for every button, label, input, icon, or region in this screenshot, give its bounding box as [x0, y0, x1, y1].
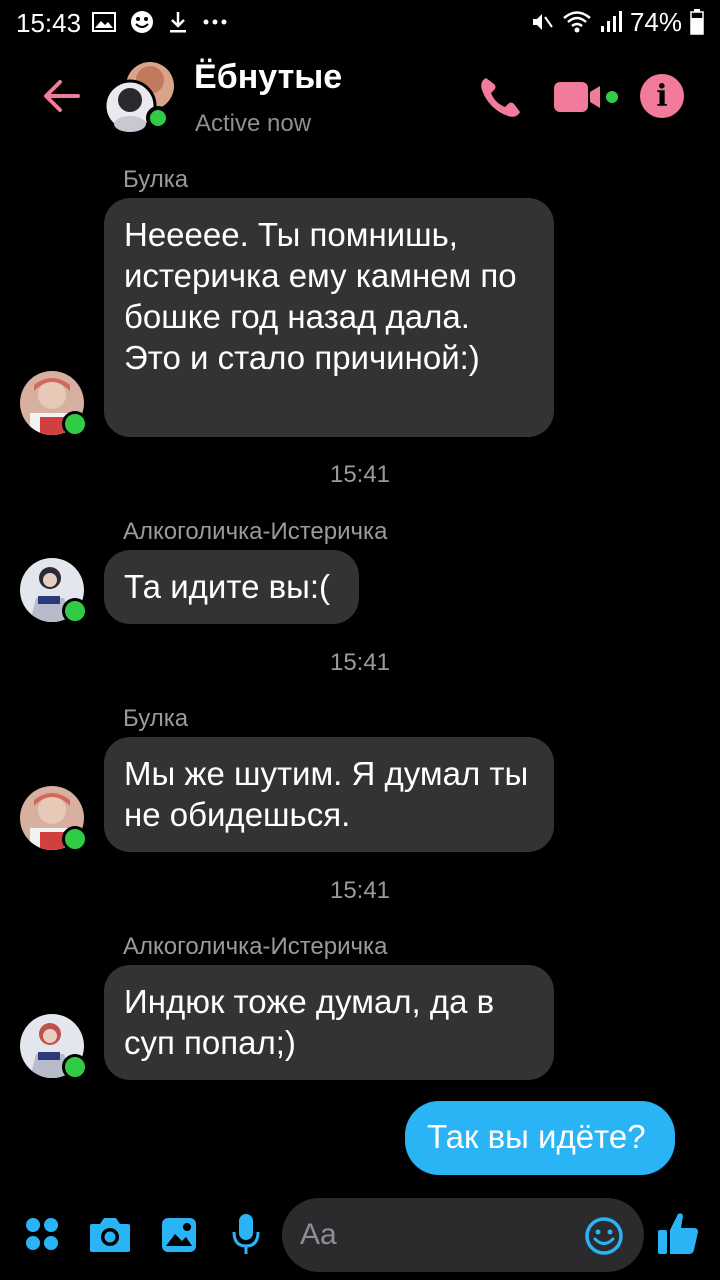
gallery-icon[interactable] [160, 1216, 198, 1254]
avatar[interactable] [20, 558, 88, 624]
status-time: 15:43 [16, 8, 82, 38]
message-bubble[interactable]: Мы же шутим. Я думал ты не обидешься. [104, 737, 554, 852]
more-icon [203, 19, 227, 25]
gallery-icon [92, 12, 116, 32]
camera-icon[interactable] [88, 1216, 132, 1254]
sender-name: Булка [123, 166, 189, 193]
battery-icon [690, 9, 704, 35]
message-bubble[interactable]: Та идите вы:( [104, 550, 359, 624]
download-icon [170, 12, 186, 33]
input-placeholder: Aa [300, 1218, 337, 1251]
microphone-icon[interactable] [230, 1212, 262, 1256]
status-icons-left [92, 8, 228, 36]
active-status: Active now [195, 110, 312, 137]
message-input[interactable]: Aa [282, 1198, 644, 1272]
smiley-icon [131, 11, 153, 33]
online-indicator [62, 411, 88, 437]
back-arrow-icon[interactable] [36, 70, 88, 122]
avatar[interactable] [20, 371, 88, 437]
phone-icon[interactable] [476, 74, 524, 122]
sender-name: Алкоголичка-Истеричка [123, 518, 388, 545]
battery-text: 74% [629, 6, 682, 37]
conversation-header: Ёбнутые Active now i [0, 44, 720, 156]
online-indicator [62, 598, 88, 624]
timestamp: 15:41 [329, 461, 391, 488]
signal-icon [600, 11, 622, 32]
message-bubble[interactable]: Индюк тоже думал, да в суп попал;) [104, 965, 554, 1080]
mute-icon [532, 14, 553, 30]
own-message-bubble[interactable]: Так вы идёте? [405, 1101, 675, 1175]
group-avatar-image [103, 62, 174, 133]
emoji-icon[interactable] [584, 1216, 624, 1256]
video-call-icon[interactable] [552, 78, 620, 118]
apps-icon[interactable] [24, 1216, 60, 1252]
avatar[interactable] [20, 786, 88, 852]
group-avatar[interactable] [103, 60, 176, 133]
sender-name: Алкоголичка-Истеричка [123, 933, 388, 960]
thumbs-up-icon[interactable] [656, 1210, 700, 1256]
avatar[interactable] [20, 1014, 88, 1080]
timestamp: 15:41 [329, 877, 391, 904]
info-icon[interactable]: i [640, 74, 684, 118]
sender-name: Булка [123, 705, 189, 732]
status-icons-right: 74% [530, 6, 704, 38]
wifi-icon [563, 11, 591, 33]
timestamp: 15:41 [329, 649, 391, 676]
status-bar: 15:43 74% [0, 0, 720, 44]
online-indicator [62, 826, 88, 852]
online-indicator [62, 1054, 88, 1080]
message-bubble[interactable]: Неееее. Ты помнишь, истеричка ему камнем… [104, 198, 554, 437]
message-composer: Aa [0, 1190, 720, 1280]
conversation-title: Ёбнутые [194, 58, 343, 96]
